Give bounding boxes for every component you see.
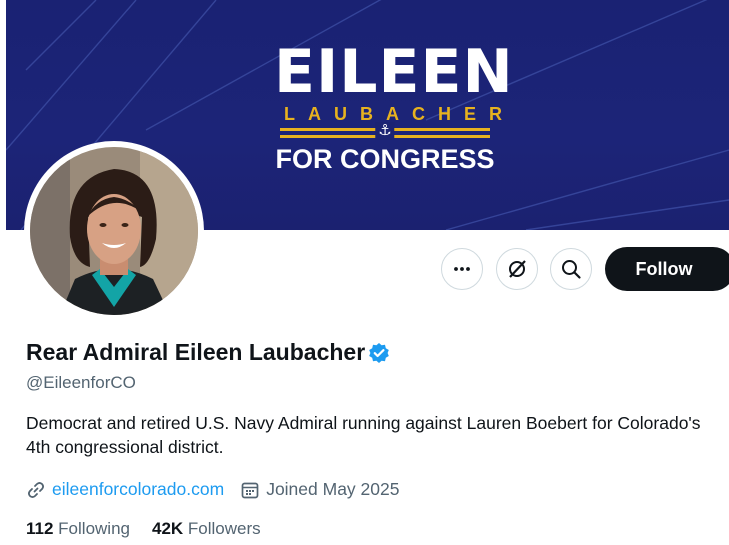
grok-icon (509, 260, 526, 278)
link-icon (28, 481, 44, 498)
following-label: Following (58, 519, 130, 538)
follow-button[interactable]: Follow (605, 247, 729, 291)
anchor-icon: ⚓ (375, 122, 395, 140)
logo-name: EILEEN (274, 37, 514, 107)
follow-counts: 112 Following 42K Followers (26, 519, 261, 539)
display-name: Rear Admiral Eileen Laubacher (26, 339, 366, 365)
logo-stripe: ⚓ (280, 122, 490, 141)
followers-link[interactable]: 42K Followers (152, 519, 261, 539)
avatar[interactable] (24, 141, 204, 321)
calendar-icon (241, 482, 259, 498)
following-link[interactable]: 112 Following (26, 519, 130, 539)
display-name-row: Rear Admiral Eileen Laubacher (26, 339, 390, 366)
more-horizontal-icon (454, 267, 470, 271)
handle: @EileenforCO (26, 373, 136, 392)
joined-date: Joined May 2025 (266, 479, 400, 499)
profile-photo (30, 147, 198, 315)
search-icon (562, 260, 581, 279)
logo-surname: LAUBACHER (284, 104, 515, 124)
profile-meta: eileenforcolorado.com Joined May 2025 (26, 479, 399, 500)
more-button[interactable] (441, 248, 483, 290)
bio: Democrat and retired U.S. Navy Admiral r… (26, 413, 701, 457)
logo-tagline: FOR CONGRESS (275, 144, 495, 174)
grok-button[interactable] (496, 248, 538, 290)
followers-label: Followers (187, 519, 261, 538)
search-button[interactable] (550, 248, 592, 290)
campaign-logo: EILEEN LAUBACHER ⚓ FOR CONGRESS (274, 37, 515, 174)
website-link[interactable]: eileenforcolorado.com (52, 479, 224, 500)
followers-count: 42K (151, 519, 184, 538)
verified-badge-icon[interactable] (368, 342, 390, 364)
following-count: 112 (26, 519, 54, 538)
